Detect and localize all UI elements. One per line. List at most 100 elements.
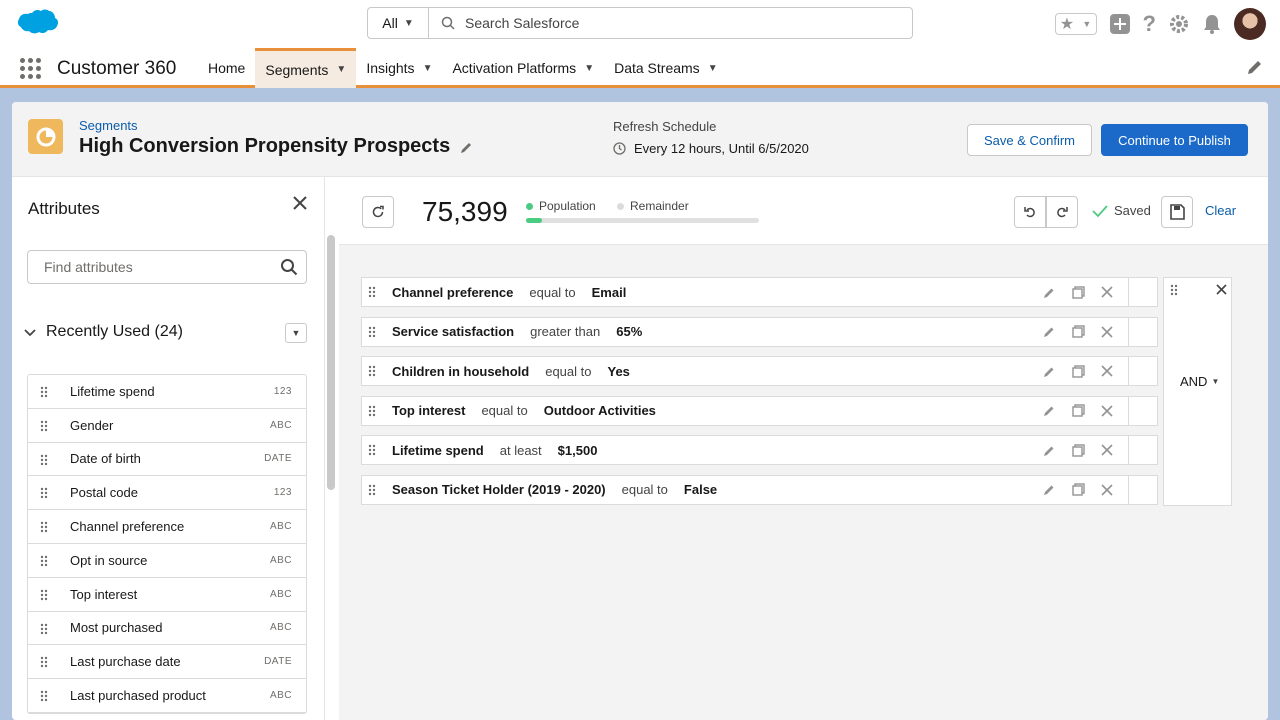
chevron-down-icon[interactable]: ▼ — [336, 64, 346, 75]
remove-icon[interactable] — [1101, 483, 1113, 496]
condition-attribute[interactable]: Children in household — [392, 364, 529, 379]
drag-handle-icon[interactable] — [368, 444, 376, 456]
drag-handle-icon[interactable] — [368, 286, 376, 298]
condition-attribute[interactable]: Channel preference — [392, 285, 513, 300]
drag-handle-icon[interactable] — [368, 484, 376, 496]
condition-operator[interactable]: equal to — [545, 364, 591, 379]
edit-icon[interactable] — [1043, 444, 1056, 457]
drag-handle-icon[interactable] — [40, 555, 48, 567]
condition-value[interactable]: Yes — [607, 364, 629, 379]
copy-icon[interactable] — [1072, 483, 1085, 496]
clear-link[interactable]: Clear — [1205, 203, 1236, 218]
nav-item-activation-platforms[interactable]: Activation Platforms ▼ — [442, 48, 604, 88]
save-button[interactable] — [1161, 196, 1193, 228]
undo-button[interactable] — [1014, 196, 1046, 228]
salesforce-logo-icon[interactable] — [15, 9, 58, 37]
copy-icon[interactable] — [1072, 325, 1085, 338]
condition-attribute[interactable]: Season Ticket Holder (2019 - 2020) — [392, 482, 606, 497]
help-icon[interactable]: ? — [1143, 11, 1156, 37]
condition-operator[interactable]: equal to — [529, 285, 575, 300]
condition-row[interactable]: Season Ticket Holder (2019 - 2020) equal … — [361, 474, 1158, 505]
continue-publish-button[interactable]: Continue to Publish — [1101, 124, 1248, 156]
condition-value[interactable]: 65% — [616, 324, 642, 339]
gear-icon[interactable] — [1168, 13, 1190, 35]
remove-icon[interactable] — [1101, 404, 1113, 417]
condition-attribute[interactable]: Service satisfaction — [392, 324, 514, 339]
edit-icon[interactable] — [1043, 483, 1056, 496]
condition-value[interactable]: False — [684, 482, 717, 497]
copy-icon[interactable] — [1072, 364, 1085, 378]
nav-item-insights[interactable]: Insights ▼ — [356, 48, 442, 88]
section-menu-button[interactable]: ▼ — [285, 323, 307, 343]
drag-handle-icon[interactable] — [368, 405, 376, 417]
condition-operator[interactable]: greater than — [530, 324, 600, 339]
attribute-item[interactable]: Postal code 123 — [28, 476, 306, 511]
drag-handle-icon[interactable] — [40, 386, 48, 398]
add-icon[interactable] — [1109, 13, 1131, 35]
nav-item-data-streams[interactable]: Data Streams ▼ — [604, 48, 728, 88]
recently-used-section-toggle[interactable]: Recently Used (24) — [24, 323, 183, 341]
condition-attribute[interactable]: Top interest — [392, 403, 465, 418]
user-avatar[interactable] — [1234, 8, 1266, 40]
remove-icon[interactable] — [1101, 365, 1113, 377]
attribute-item[interactable]: Lifetime spend 123 — [28, 375, 306, 409]
drag-handle-icon[interactable] — [40, 487, 48, 499]
copy-icon[interactable] — [1072, 443, 1085, 457]
condition-value[interactable]: $1,500 — [558, 443, 598, 458]
edit-icon[interactable] — [1043, 325, 1056, 338]
chevron-down-icon[interactable]: ▼ — [584, 63, 594, 74]
favorites-button[interactable]: ★ ▼ — [1054, 13, 1097, 35]
app-launcher-icon[interactable] — [20, 58, 41, 79]
condition-operator[interactable]: equal to — [622, 482, 668, 497]
condition-row[interactable]: Lifetime spend at least $1,500 — [361, 435, 1158, 465]
drag-handle-icon[interactable] — [40, 589, 48, 601]
condition-operator[interactable]: equal to — [481, 403, 527, 418]
attribute-item[interactable]: Last purchase date DATE — [28, 645, 306, 680]
find-attributes-input[interactable]: Find attributes — [27, 250, 307, 284]
condition-row[interactable]: Children in household equal to Yes — [361, 356, 1158, 386]
search-input[interactable]: Search Salesforce — [429, 8, 912, 38]
condition-value[interactable]: Outdoor Activities — [544, 403, 656, 418]
drag-handle-icon[interactable] — [40, 521, 48, 533]
condition-row[interactable]: Channel preference equal to Email — [361, 277, 1158, 307]
drag-handle-icon[interactable] — [368, 326, 376, 338]
condition-operator[interactable]: at least — [500, 443, 542, 458]
edit-title-icon[interactable] — [460, 140, 474, 154]
attribute-item[interactable]: Last purchased product ABC — [28, 679, 306, 713]
edit-icon[interactable] — [1043, 286, 1056, 299]
drag-handle-icon[interactable] — [40, 454, 48, 466]
chevron-down-icon[interactable]: ▼ — [423, 63, 433, 74]
attribute-item[interactable]: Date of birth DATE — [28, 443, 306, 477]
drag-handle-icon[interactable] — [40, 656, 48, 668]
attribute-item[interactable]: Channel preference ABC — [28, 510, 306, 544]
redo-button[interactable] — [1046, 196, 1078, 228]
condition-row[interactable]: Service satisfaction greater than 65% — [361, 316, 1158, 347]
close-icon[interactable] — [1216, 284, 1227, 295]
bell-icon[interactable] — [1202, 13, 1222, 35]
remove-icon[interactable] — [1101, 286, 1113, 298]
chevron-down-icon[interactable]: ▼ — [708, 63, 718, 74]
logic-operator-select[interactable]: AND ▼ — [1180, 374, 1219, 389]
nav-item-home[interactable]: Home — [198, 48, 255, 88]
attributes-scrollbar[interactable] — [327, 235, 335, 490]
remove-icon[interactable] — [1101, 325, 1113, 338]
attribute-item[interactable]: Gender ABC — [28, 409, 306, 443]
edit-nav-icon[interactable] — [1246, 58, 1264, 76]
remove-icon[interactable] — [1101, 444, 1113, 456]
edit-icon[interactable] — [1043, 365, 1056, 378]
condition-row[interactable]: Top interest equal to Outdoor Activities — [361, 395, 1158, 426]
attribute-item[interactable]: Top interest ABC — [28, 578, 306, 612]
copy-icon[interactable] — [1072, 404, 1085, 417]
edit-icon[interactable] — [1043, 404, 1056, 417]
drag-handle-icon[interactable] — [368, 365, 376, 377]
condition-attribute[interactable]: Lifetime spend — [392, 443, 484, 458]
save-confirm-button[interactable]: Save & Confirm — [967, 124, 1092, 156]
breadcrumb[interactable]: Segments — [79, 118, 138, 133]
refresh-count-button[interactable] — [362, 196, 394, 228]
nav-item-segments[interactable]: Segments ▼ — [255, 48, 357, 88]
drag-handle-icon[interactable] — [40, 690, 48, 702]
copy-icon[interactable] — [1072, 285, 1085, 299]
drag-handle-icon[interactable] — [40, 623, 48, 635]
drag-handle-icon[interactable] — [40, 420, 48, 432]
search-scope-select[interactable]: All ▼ — [368, 8, 429, 38]
